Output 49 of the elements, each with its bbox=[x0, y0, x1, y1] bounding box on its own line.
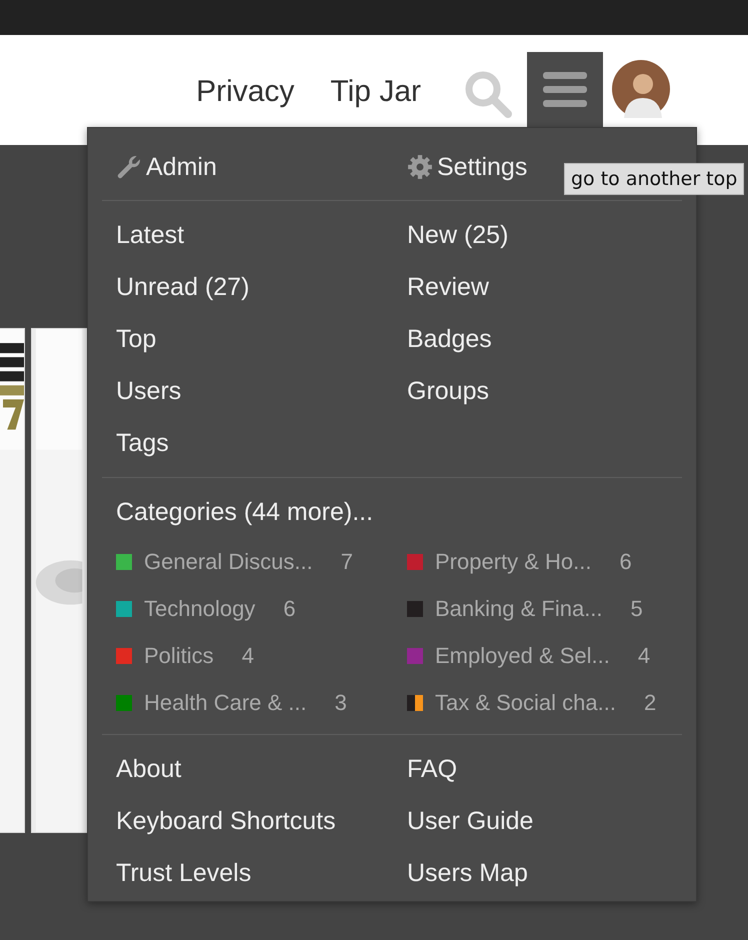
category-link[interactable]: Tax & Social cha... 2 bbox=[393, 679, 684, 726]
header-link[interactable]: Tip Jar bbox=[330, 75, 421, 109]
category-name: Health Care & ... bbox=[144, 690, 307, 716]
topic-count: 6 bbox=[283, 596, 296, 622]
category-name: Employed & Sel... bbox=[435, 642, 610, 668]
category-name: Tax & Social cha... bbox=[435, 690, 616, 716]
category-link[interactable]: Property & Ho... 6 bbox=[393, 538, 684, 585]
topic-count: 2 bbox=[644, 690, 656, 716]
category-link[interactable]: General Discus... 7 bbox=[102, 538, 393, 585]
menu-button[interactable] bbox=[527, 52, 603, 127]
menu-link[interactable]: Unread (27) bbox=[102, 261, 393, 313]
category-name: Banking & Fina... bbox=[435, 596, 603, 622]
topic-count: 5 bbox=[630, 596, 643, 622]
topic-count: 4 bbox=[242, 642, 254, 668]
admin-link[interactable]: Admin bbox=[102, 141, 393, 193]
category-name: Politics bbox=[144, 642, 214, 668]
menu-link[interactable]: Keyboard Shortcuts bbox=[102, 795, 393, 847]
menu-link[interactable]: Review bbox=[393, 261, 684, 313]
menu-icon bbox=[543, 72, 587, 108]
menu-link[interactable]: Groups bbox=[393, 365, 684, 417]
categories-link[interactable]: Categories (44 more)... bbox=[102, 486, 682, 538]
category-link[interactable]: Technology 6 bbox=[102, 585, 393, 632]
category-link[interactable]: Banking & Fina... 5 bbox=[393, 585, 684, 632]
menu-link[interactable]: Top bbox=[102, 313, 393, 365]
menu-link[interactable]: Latest bbox=[102, 209, 393, 261]
menu-link[interactable]: About bbox=[102, 743, 393, 795]
avatar[interactable] bbox=[612, 60, 670, 118]
category-name: General Discus... bbox=[144, 548, 313, 574]
settings-icon bbox=[407, 154, 433, 180]
menu-link[interactable]: New (25) bbox=[393, 209, 684, 261]
topic-count: 3 bbox=[334, 690, 347, 716]
category-name: Property & Ho... bbox=[435, 548, 592, 574]
category-link[interactable]: Employed & Sel... 4 bbox=[393, 632, 684, 679]
menu-link[interactable]: Users Map bbox=[393, 847, 684, 899]
wrench-icon bbox=[116, 154, 142, 180]
menu-link[interactable]: Trust Levels bbox=[102, 847, 393, 899]
topic-count: 6 bbox=[620, 548, 632, 574]
menu-link[interactable]: Users bbox=[102, 365, 393, 417]
category-link[interactable]: Politics 4 bbox=[102, 632, 393, 679]
header-link[interactable]: Privacy bbox=[196, 75, 294, 109]
menu-link[interactable]: FAQ bbox=[393, 743, 684, 795]
menu-link[interactable]: Badges bbox=[393, 313, 684, 365]
menu-link[interactable]: Tags bbox=[102, 417, 393, 469]
category-link[interactable]: Health Care & ... 3 bbox=[102, 679, 393, 726]
topic-count: 7 bbox=[340, 548, 353, 574]
category-name: Technology bbox=[144, 596, 256, 622]
topic-count: 4 bbox=[638, 642, 650, 668]
tooltip: go to another top bbox=[564, 163, 744, 195]
menu-link[interactable]: User Guide bbox=[393, 795, 684, 847]
